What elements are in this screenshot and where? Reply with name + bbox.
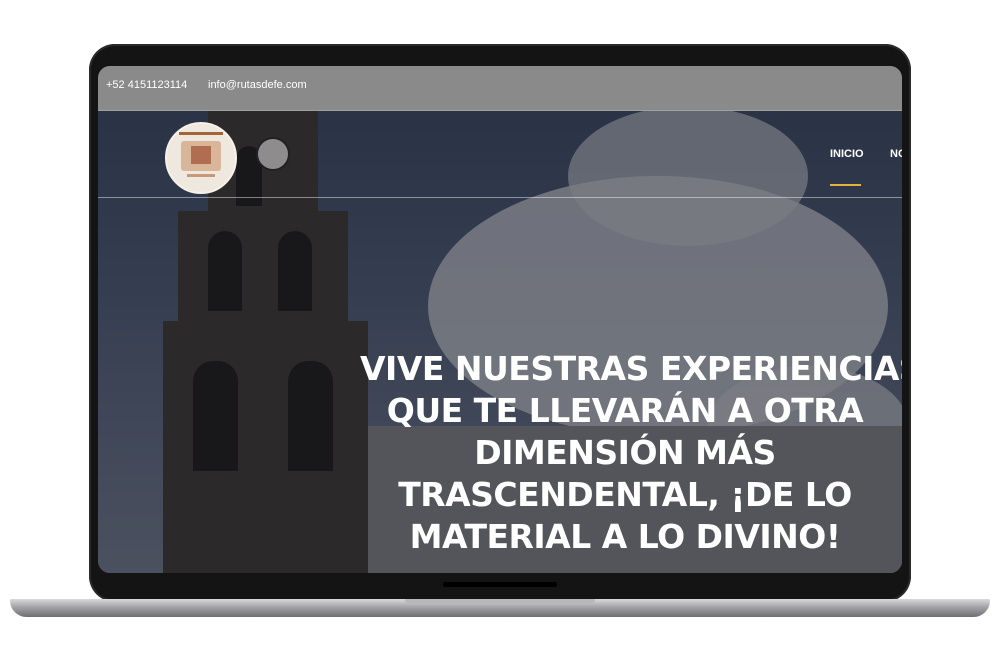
- laptop-hinge: [443, 582, 557, 587]
- site-logo[interactable]: [165, 122, 237, 194]
- hero-line: MATERIAL A LO DIVINO!: [409, 517, 841, 556]
- nav-item-nosotros[interactable]: NO: [890, 148, 902, 160]
- header-divider: [98, 197, 902, 198]
- hero-headline: VIVE NUESTRAS EXPERIENCIAS QUE TE LLEVAR…: [360, 348, 902, 558]
- hero-line: QUE TE LLEVARÁN A OTRA: [386, 391, 864, 430]
- top-contact-bar: +52 4151123114 info@rutasdefe.com: [98, 66, 902, 111]
- email-address[interactable]: info@rutasdefe.com: [208, 79, 307, 91]
- hero-line: VIVE NUESTRAS EXPERIENCIAS: [360, 349, 902, 388]
- website-screen: +52 4151123114 info@rutasdefe.com INICIO…: [98, 66, 902, 573]
- phone-number[interactable]: +52 4151123114: [106, 79, 187, 91]
- active-nav-indicator: [830, 184, 861, 186]
- laptop-opening-groove: [405, 599, 595, 605]
- hero-line: TRASCENDENTAL, ¡DE LO: [398, 475, 852, 514]
- nav-item-inicio[interactable]: INICIO: [830, 148, 864, 160]
- hero-line: DIMENSIÓN MÁS: [474, 433, 776, 472]
